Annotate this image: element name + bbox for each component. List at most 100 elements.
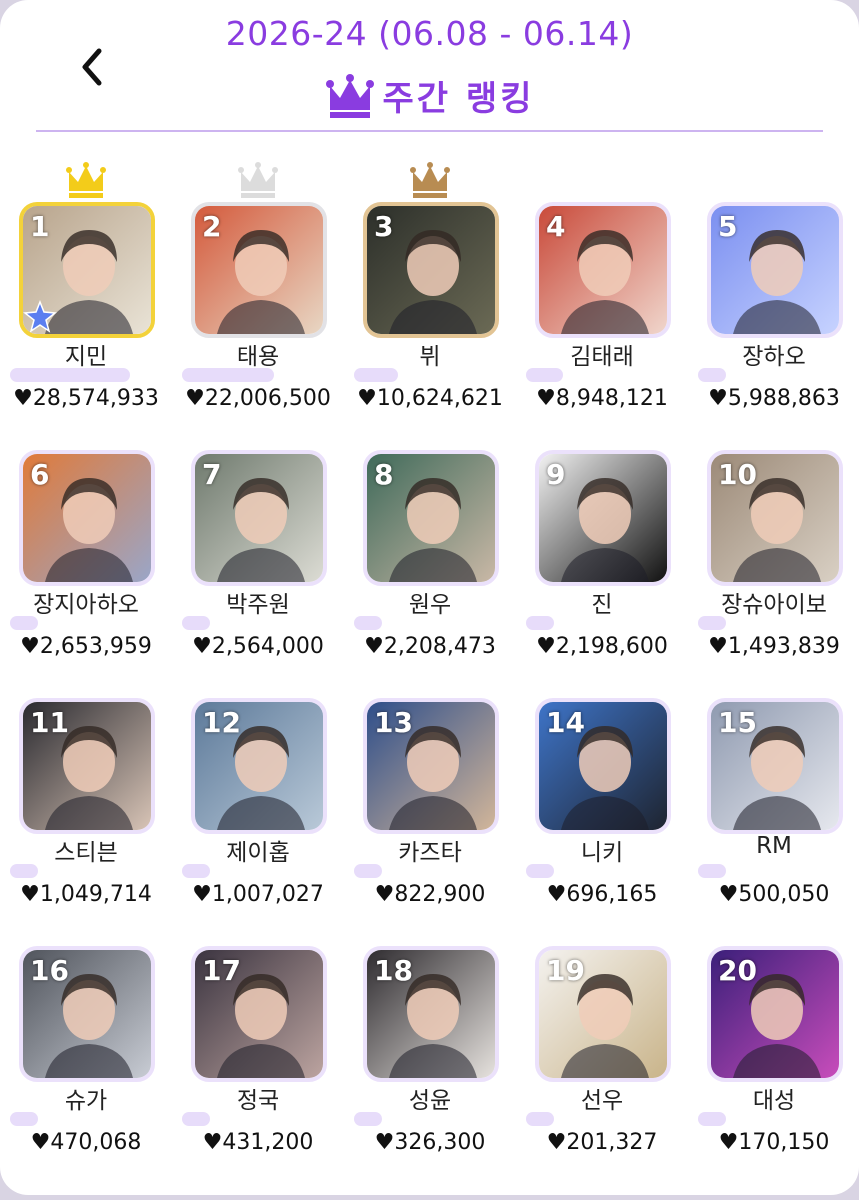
artist-photo[interactable]: 19	[535, 946, 671, 1082]
artist-name: 장지아하오	[33, 592, 139, 618]
vote-count: ♥470,068	[0, 1130, 172, 1155]
page-title: 주간 랭킹	[382, 78, 535, 119]
artist-photo[interactable]: 18	[363, 946, 499, 1082]
artist-photo[interactable]: 7	[191, 450, 327, 586]
artist-photo[interactable]: 12	[191, 698, 327, 834]
artist-photo[interactable]: 10	[707, 450, 843, 586]
vote-bar	[182, 1112, 210, 1126]
artist-photo[interactable]: 20	[707, 946, 843, 1082]
vote-bar	[10, 864, 38, 878]
vote-bar	[354, 864, 382, 878]
artist-name: 원우	[408, 592, 452, 618]
ranking-item[interactable]: 12 제이홉 ♥1,007,027	[172, 636, 344, 907]
page-title-row: 주간 랭킹	[0, 68, 859, 122]
vote-bar	[526, 864, 554, 878]
ranking-item[interactable]: 5 장하오 ♥5,988,863	[688, 140, 859, 411]
artist-photo[interactable]: 3	[363, 202, 499, 338]
ranking-item[interactable]: 9 진 ♥2,198,600	[516, 388, 688, 659]
artist-name: RM	[756, 833, 792, 859]
rank-number: 13	[374, 706, 413, 739]
artist-photo[interactable]: 16	[19, 946, 155, 1082]
artist-photo[interactable]: 1	[19, 202, 155, 338]
heart-icon: ♥	[718, 1130, 739, 1155]
ranking-item[interactable]: 8 원우 ♥2,208,473	[344, 388, 516, 659]
vote-bar	[182, 616, 210, 630]
rank-number: 10	[718, 458, 757, 491]
rank-number: 11	[30, 706, 69, 739]
rank-number: 17	[202, 954, 241, 987]
vote-bar	[10, 368, 130, 382]
ranking-item[interactable]: 18 성윤 ♥326,300	[344, 884, 516, 1155]
ranking-item[interactable]: 7 박주원 ♥2,564,000	[172, 388, 344, 659]
artist-name: 선우	[580, 1088, 624, 1114]
artist-photo[interactable]: 14	[535, 698, 671, 834]
vote-value: 470,068	[50, 1130, 142, 1155]
artist-photo[interactable]: 2	[191, 202, 327, 338]
rank-number: 16	[30, 954, 69, 987]
artist-name: 박주원	[226, 592, 290, 618]
gold-crown-icon	[66, 162, 106, 198]
rank-number: 1	[30, 210, 50, 243]
vote-count: ♥326,300	[344, 1130, 516, 1155]
vote-bar	[354, 1112, 382, 1126]
ranking-item[interactable]: 4 김태래 ♥8,948,121	[516, 140, 688, 411]
rank-number: 3	[374, 210, 394, 243]
artist-name: 정국	[236, 1088, 280, 1114]
ranking-item[interactable]: 6 장지아하오 ♥2,653,959	[0, 388, 172, 659]
artist-photo[interactable]: 6	[19, 450, 155, 586]
artist-photo[interactable]: 5	[707, 202, 843, 338]
artist-name: 장하오	[742, 344, 806, 370]
vote-bar	[526, 616, 554, 630]
artist-name: 태용	[236, 344, 280, 370]
rank-number: 20	[718, 954, 757, 987]
ranking-item[interactable]: 17 정국 ♥431,200	[172, 884, 344, 1155]
vote-count: ♥431,200	[172, 1130, 344, 1155]
ranking-item[interactable]: 16 슈가 ♥470,068	[0, 884, 172, 1155]
artist-name: 성윤	[408, 1088, 452, 1114]
ranking-item[interactable]: 3 뷔 ♥10,624,621	[344, 140, 516, 411]
ranking-item[interactable]: 2 태용 ♥22,006,500	[172, 140, 344, 411]
artist-photo[interactable]: 15	[707, 698, 843, 834]
silver-crown-icon	[238, 162, 278, 198]
crown-icon	[325, 74, 374, 118]
ranking-item[interactable]: 10 장슈아이보 ♥1,493,839	[688, 388, 859, 659]
ranking-item[interactable]: 20 대성 ♥170,150	[688, 884, 859, 1155]
rank-number: 19	[546, 954, 585, 987]
artist-photo[interactable]: 8	[363, 450, 499, 586]
vote-bar	[526, 1112, 554, 1126]
vote-count: ♥170,150	[688, 1130, 859, 1155]
artist-name: 대성	[752, 1088, 796, 1114]
artist-name: 진	[591, 592, 613, 618]
vote-bar	[526, 368, 563, 382]
vote-value: 170,150	[738, 1130, 830, 1155]
artist-photo[interactable]: 17	[191, 946, 327, 1082]
artist-name: 지민	[64, 344, 108, 370]
rank-number: 6	[30, 458, 50, 491]
artist-name: 김태래	[570, 344, 634, 370]
vote-value: 431,200	[222, 1130, 314, 1155]
vote-bar	[354, 368, 398, 382]
ranking-item[interactable]: 14 니키 ♥696,165	[516, 636, 688, 907]
ranking-card: 2026-24 (06.08 - 06.14) 주간 랭킹 1 지민 ♥28,5…	[0, 0, 859, 1195]
header-divider	[36, 130, 823, 132]
rank-number: 9	[546, 458, 566, 491]
artist-photo[interactable]: 4	[535, 202, 671, 338]
artist-name: 슈가	[64, 1088, 108, 1114]
ranking-item[interactable]: 15 RM ♥500,050	[688, 636, 859, 907]
artist-photo[interactable]: 13	[363, 698, 499, 834]
ranking-item[interactable]: 13 카즈타 ♥822,900	[344, 636, 516, 907]
ranking-item[interactable]: 11 스티븐 ♥1,049,714	[0, 636, 172, 907]
ranking-item[interactable]: 19 선우 ♥201,327	[516, 884, 688, 1155]
artist-name: 스티븐	[54, 840, 118, 866]
heart-icon: ♥	[546, 1130, 567, 1155]
vote-bar	[182, 368, 274, 382]
artist-photo[interactable]: 11	[19, 698, 155, 834]
rank-number: 2	[202, 210, 222, 243]
vote-bar	[698, 864, 726, 878]
heart-icon: ♥	[202, 1130, 223, 1155]
artist-name: 뷔	[419, 344, 441, 370]
artist-photo[interactable]: 9	[535, 450, 671, 586]
ranking-item[interactable]: 1 지민 ♥28,574,933	[0, 140, 172, 411]
vote-value: 201,327	[566, 1130, 658, 1155]
vote-bar	[698, 368, 726, 382]
